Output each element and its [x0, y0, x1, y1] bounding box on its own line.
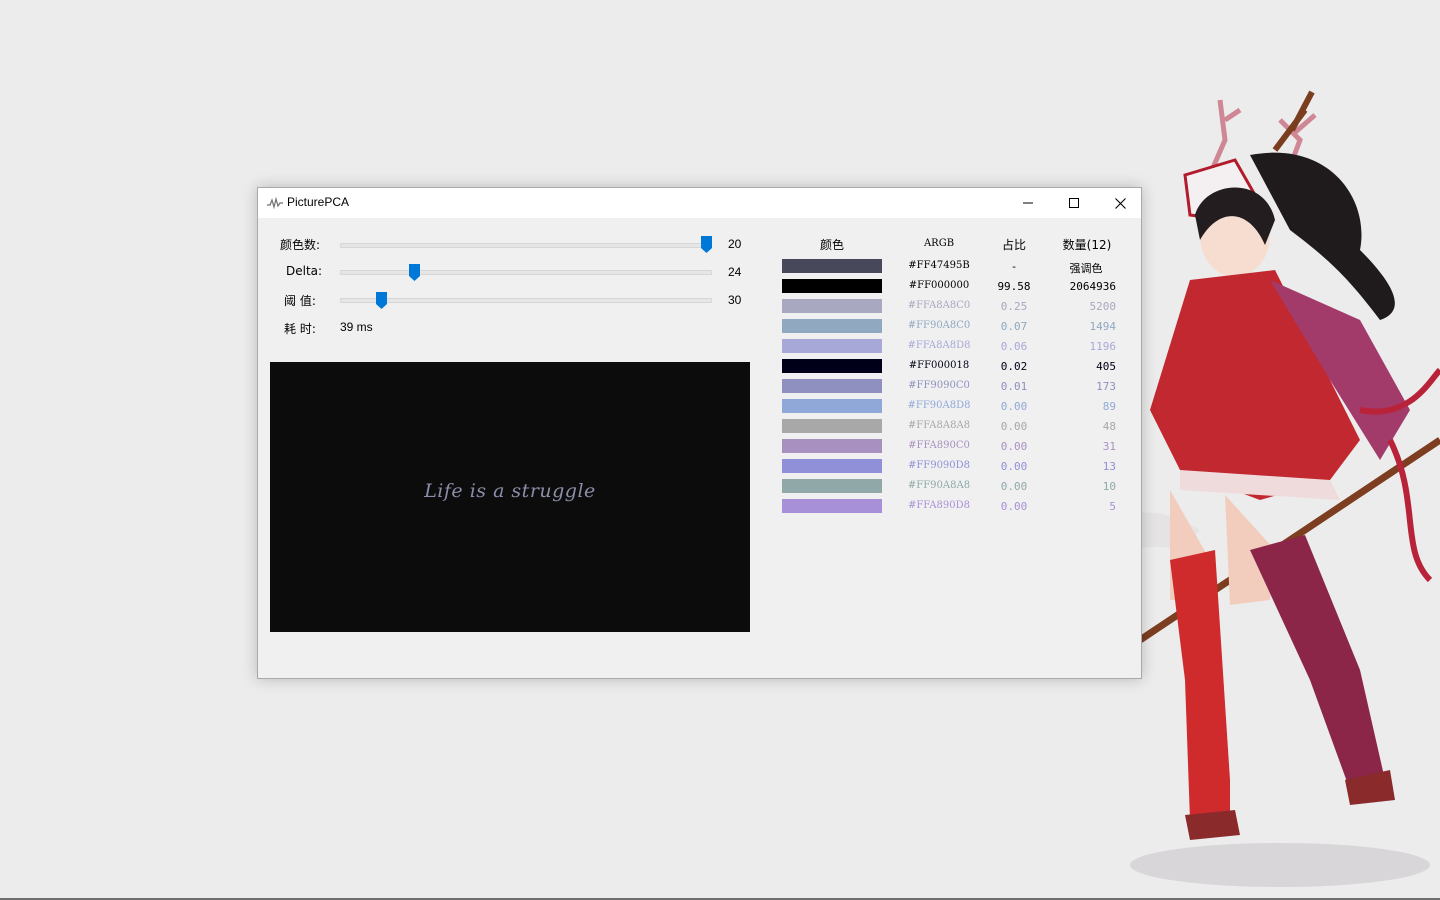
argb-cell: #FF90A8D8 — [907, 400, 971, 411]
maximize-icon — [1069, 198, 1079, 208]
color-swatch — [782, 439, 882, 453]
count-cell: 5200 — [1089, 300, 1117, 313]
argb-cell: #FF47495B — [908, 260, 970, 271]
header-count: 数量(12) — [1062, 238, 1112, 252]
threshold-slider[interactable] — [340, 298, 712, 303]
elapsed-value: 39 ms — [340, 320, 373, 334]
argb-cell: #FFA8A8A8 — [907, 420, 971, 431]
argb-cell: #FF000000 — [908, 280, 970, 291]
delta-slider[interactable] — [340, 270, 712, 275]
close-icon — [1114, 197, 1126, 209]
color-swatch — [782, 279, 882, 293]
table-row[interactable]: #FF47495B - 强调色 — [774, 258, 1134, 278]
count-cell: 2064936 — [1069, 280, 1116, 293]
argb-cell: #FFA890C0 — [908, 440, 970, 451]
argb-cell: #FFA890D8 — [907, 500, 971, 511]
table-row[interactable]: #FF90A8A8 0.00 10 — [774, 478, 1134, 498]
argb-cell: #FF000018 — [908, 360, 970, 371]
color-swatch — [782, 499, 882, 513]
table-row[interactable]: #FFA8A8D8 0.06 1196 — [774, 338, 1134, 358]
ratio-cell: - — [1010, 260, 1018, 273]
color-swatch — [782, 339, 882, 353]
maximize-button[interactable] — [1051, 188, 1097, 218]
ratio-cell: 0.00 — [1000, 480, 1028, 493]
color-swatch — [782, 299, 882, 313]
color-swatch — [782, 319, 882, 333]
table-row[interactable]: #FFA890D8 0.00 5 — [774, 498, 1134, 518]
threshold-label: 阈 值: — [284, 294, 316, 308]
count-cell: 89 — [1102, 400, 1116, 413]
count-cell: 173 — [1096, 380, 1116, 393]
ratio-cell: 0.25 — [1000, 300, 1028, 313]
count-cell: 405 — [1096, 360, 1116, 373]
argb-cell: #FF9090C0 — [908, 380, 970, 391]
color-swatch — [782, 419, 882, 433]
table-row[interactable]: #FFA8A8C0 0.25 5200 — [774, 298, 1134, 318]
title-bar[interactable]: PicturePCA — [258, 188, 1141, 218]
preview-caption: Life is a struggle — [424, 480, 596, 502]
color-swatch — [782, 479, 882, 493]
argb-cell: #FF9090D8 — [907, 460, 971, 471]
count-cell: 31 — [1102, 440, 1116, 453]
window-title: PicturePCA — [287, 195, 350, 209]
color-swatch — [782, 459, 882, 473]
color-swatch — [782, 259, 882, 273]
table-row[interactable]: #FF000018 0.02 405 — [774, 358, 1134, 378]
count-cell: 5 — [1109, 500, 1116, 513]
header-argb: ARGB — [923, 238, 955, 249]
ratio-cell: 0.02 — [1000, 360, 1028, 373]
elapsed-label: 耗 时: — [284, 322, 316, 336]
ratio-cell: 0.00 — [1000, 460, 1028, 473]
table-row[interactable]: #FF90A8D8 0.00 89 — [774, 398, 1134, 418]
table-row[interactable]: #FF90A8C0 0.07 1494 — [774, 318, 1134, 338]
close-button[interactable] — [1097, 188, 1143, 218]
threshold-slider-thumb[interactable] — [376, 292, 388, 309]
color-swatch — [782, 399, 882, 413]
table-row[interactable]: #FF9090C0 0.01 173 — [774, 378, 1134, 398]
count-cell: 48 — [1102, 420, 1116, 433]
delta-slider-thumb[interactable] — [408, 264, 420, 281]
minimize-button[interactable] — [1005, 188, 1051, 218]
ratio-cell: 0.07 — [1000, 320, 1028, 333]
header-color: 颜色 — [819, 238, 844, 252]
ratio-cell: 0.00 — [1000, 420, 1028, 433]
argb-cell: #FF90A8C0 — [907, 320, 971, 331]
color-count-slider-thumb[interactable] — [701, 236, 712, 253]
argb-cell: #FF90A8A8 — [907, 480, 971, 491]
argb-cell: #FFA8A8D8 — [907, 340, 971, 351]
count-cell: 13 — [1102, 460, 1116, 473]
delta-value: 24 — [728, 265, 742, 279]
ratio-cell: 0.00 — [1000, 440, 1028, 453]
color-count-value: 20 — [728, 237, 742, 251]
color-swatch — [782, 359, 882, 373]
table-row[interactable]: #FFA890C0 0.00 31 — [774, 438, 1134, 458]
color-count-slider[interactable] — [340, 243, 712, 248]
app-window: PicturePCA 颜色数: 20 Delta: 24 阈 值: 30 耗 时… — [257, 187, 1142, 679]
table-row[interactable]: #FFA8A8A8 0.00 48 — [774, 418, 1134, 438]
threshold-value: 30 — [728, 293, 742, 307]
count-cell: 10 — [1102, 480, 1116, 493]
image-preview: Life is a struggle — [270, 362, 750, 632]
header-ratio: 占比 — [1001, 238, 1026, 252]
count-cell: 1494 — [1089, 320, 1117, 333]
count-cell: 强调色 — [1069, 262, 1103, 275]
ratio-cell: 0.00 — [1000, 400, 1028, 413]
waveform-icon — [267, 197, 283, 209]
table-row[interactable]: #FF000000 99.58 2064936 — [774, 278, 1134, 298]
ratio-cell: 0.00 — [1000, 500, 1028, 513]
color-count-label: 颜色数: — [280, 238, 321, 252]
count-cell: 1196 — [1089, 340, 1117, 353]
ratio-cell: 0.06 — [1000, 340, 1028, 353]
table-row[interactable]: #FF9090D8 0.00 13 — [774, 458, 1134, 478]
ratio-cell: 99.58 — [997, 280, 1031, 293]
argb-cell: #FFA8A8C0 — [907, 300, 971, 311]
color-swatch — [782, 379, 882, 393]
delta-label: Delta: — [286, 264, 323, 278]
minimize-icon — [1023, 202, 1033, 204]
ratio-cell: 0.01 — [1000, 380, 1028, 393]
